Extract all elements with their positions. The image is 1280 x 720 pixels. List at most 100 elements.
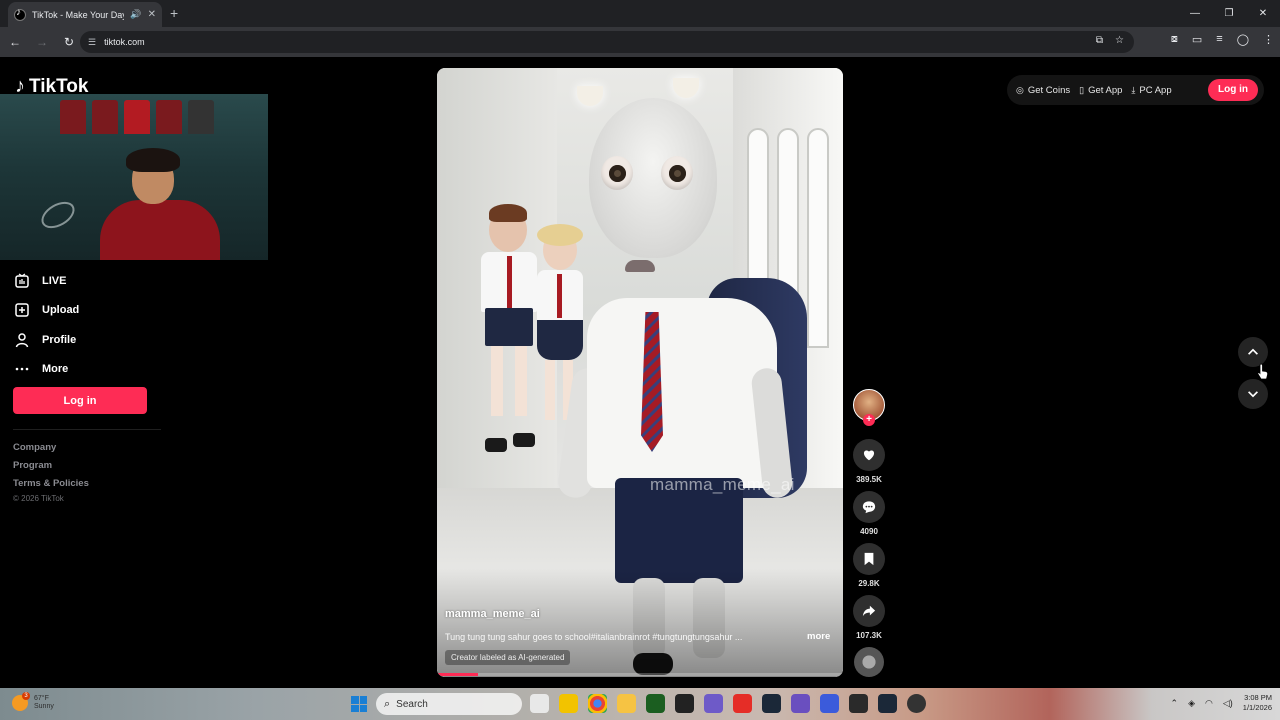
footer-link-company[interactable]: Company	[13, 441, 89, 459]
blue-app-icon[interactable]	[820, 694, 839, 713]
hand-cursor-icon	[1257, 363, 1269, 380]
search-icon: ⌕	[384, 697, 391, 710]
get-app-link[interactable]: ▯ Get App	[1079, 85, 1122, 96]
phone-icon: ▯	[1079, 84, 1085, 95]
forward-icon[interactable]: →	[30, 30, 54, 54]
pc-app-link[interactable]: ⤓ PC App	[1131, 85, 1171, 96]
tab-close-icon[interactable]: ✕	[148, 9, 156, 20]
pc-app-label: PC App	[1139, 84, 1172, 96]
capcut-icon[interactable]	[849, 694, 868, 713]
browser-toolbar-right: ⧇ ▭ ≡ ◯ ⋮	[1171, 33, 1274, 46]
youtube-icon[interactable]	[733, 694, 752, 713]
minimize-icon[interactable]: —	[1178, 0, 1212, 27]
windows-taskbar: 3 67°F Sunny ⌕ Search ⌃ ◈ ◠ ◁) 3:08 PM 1…	[0, 688, 1280, 720]
window-controls: — ❐ ✕	[1178, 0, 1280, 27]
restore-icon[interactable]: ❐	[1212, 0, 1246, 27]
windows-start-icon[interactable]	[351, 696, 367, 712]
bookmark-icon	[864, 552, 874, 566]
address-bar[interactable]: ☰ tiktok.com ⧉ ☆	[80, 31, 1134, 53]
extensions-icon[interactable]: ⧇	[1171, 33, 1178, 46]
sidebar-item-profile[interactable]: Profile	[14, 325, 79, 355]
comment-action: 4090	[853, 491, 885, 536]
footer-link-program[interactable]: Program	[13, 459, 89, 477]
back-icon[interactable]: ←	[3, 30, 27, 54]
nvidia-icon[interactable]	[646, 694, 665, 713]
share-arrow-icon	[862, 605, 876, 617]
tray-overflow-icon[interactable]: ⌃	[1171, 698, 1179, 709]
music-disc-icon[interactable]	[854, 647, 884, 677]
site-info-icon[interactable]: ☰	[88, 37, 96, 48]
chandelier	[673, 78, 699, 98]
save-button[interactable]	[853, 543, 885, 575]
sidebar-footer: Company Program Terms & Policies © 2026 …	[13, 441, 89, 503]
network-icon[interactable]: ◈	[1188, 698, 1195, 709]
like-button[interactable]	[853, 439, 885, 471]
video-player[interactable]: mamma_meme_ai mamma_meme_ai Tung tung tu…	[437, 68, 843, 677]
header-login-button[interactable]: Log in	[1208, 79, 1258, 101]
sidebar-login-button[interactable]: Log in	[13, 387, 147, 414]
clock-date: 1/1/2026	[1242, 703, 1272, 712]
sidebar-item-upload[interactable]: Upload	[14, 296, 79, 326]
chandelier	[577, 86, 603, 106]
close-window-icon[interactable]: ✕	[1246, 0, 1280, 27]
character-mouth	[625, 260, 655, 272]
heart-icon	[863, 450, 875, 461]
video-author-link[interactable]: mamma_meme_ai	[445, 608, 540, 620]
video-watermark: mamma_meme_ai	[650, 475, 795, 494]
browser-tab[interactable]: TikTok - Make Your Day 🔊 ✕	[8, 2, 162, 27]
sidebar-item-more[interactable]: More	[14, 355, 79, 385]
volume-icon[interactable]: ◁)	[1223, 698, 1233, 709]
wifi-icon[interactable]: ◠	[1205, 698, 1213, 709]
weather-widget[interactable]: 3 67°F Sunny	[12, 692, 54, 711]
purple-app-icon[interactable]	[791, 694, 810, 713]
account-icon[interactable]: ◯	[1237, 33, 1249, 46]
comment-button[interactable]	[853, 491, 885, 523]
comment-count: 4090	[860, 527, 878, 536]
taskbar-search[interactable]: ⌕ Search	[376, 693, 522, 715]
comment-icon	[862, 501, 876, 514]
sidepanel-icon[interactable]: ▭	[1192, 33, 1202, 46]
sidebar-item-label: Upload	[42, 304, 80, 317]
app-r-icon[interactable]	[559, 694, 578, 713]
character-shirt	[587, 298, 777, 488]
reload-icon[interactable]: ↻	[57, 30, 81, 54]
new-tab-button[interactable]: +	[170, 5, 178, 21]
media-control-icon[interactable]: ≡	[1216, 33, 1222, 46]
obs-icon[interactable]	[907, 694, 926, 713]
creator-live-preview[interactable]	[0, 94, 268, 260]
taskbar-clock[interactable]: 3:08 PM 1/1/2026	[1243, 693, 1272, 713]
browser-tabstrip: TikTok - Make Your Day 🔊 ✕ + — ❐ ✕	[0, 0, 1280, 27]
description-more-button[interactable]: more	[807, 631, 830, 642]
share-button[interactable]	[853, 595, 885, 627]
steam-icon[interactable]	[762, 694, 781, 713]
footer-link-terms[interactable]: Terms & Policies	[13, 477, 89, 495]
tab-audio-icon[interactable]: 🔊	[130, 9, 141, 20]
bookmark-star-icon[interactable]: ☆	[1115, 35, 1124, 46]
sidebar-item-live[interactable]: LIVE	[14, 266, 79, 296]
taskbar-search-placeholder: Search	[396, 698, 428, 710]
sidebar-divider	[13, 429, 161, 430]
game-controller-icon[interactable]	[704, 694, 723, 713]
download-icon: ⤓	[1131, 84, 1136, 95]
sidebar-item-label: LIVE	[42, 274, 67, 287]
epic-games-icon[interactable]	[675, 694, 694, 713]
video-progress-bar[interactable]	[437, 673, 843, 676]
url-text: tiktok.com	[104, 37, 145, 47]
video-progress-fill	[437, 673, 478, 676]
like-action: 389.5K	[853, 439, 885, 484]
share-action: 107.3K	[853, 595, 885, 640]
cast-icon[interactable]: ⧉	[1096, 35, 1103, 46]
follow-plus-icon[interactable]: +	[863, 414, 875, 426]
more-icon	[14, 361, 30, 377]
task-view-icon[interactable]	[530, 694, 549, 713]
notification-badge: 3	[22, 692, 30, 700]
chrome-icon[interactable]	[588, 694, 607, 713]
file-explorer-icon[interactable]	[617, 694, 636, 713]
steam-alt-icon[interactable]	[878, 694, 897, 713]
stand-prop	[36, 196, 80, 234]
ai-generated-badge: Creator labeled as AI-generated	[445, 650, 571, 665]
next-video-button[interactable]	[1238, 379, 1268, 409]
sidebar-nav: LIVE Upload Profile More	[14, 266, 79, 384]
get-coins-link[interactable]: ◎ Get Coins	[1016, 85, 1070, 96]
menu-kebab-icon[interactable]: ⋮	[1263, 33, 1274, 46]
